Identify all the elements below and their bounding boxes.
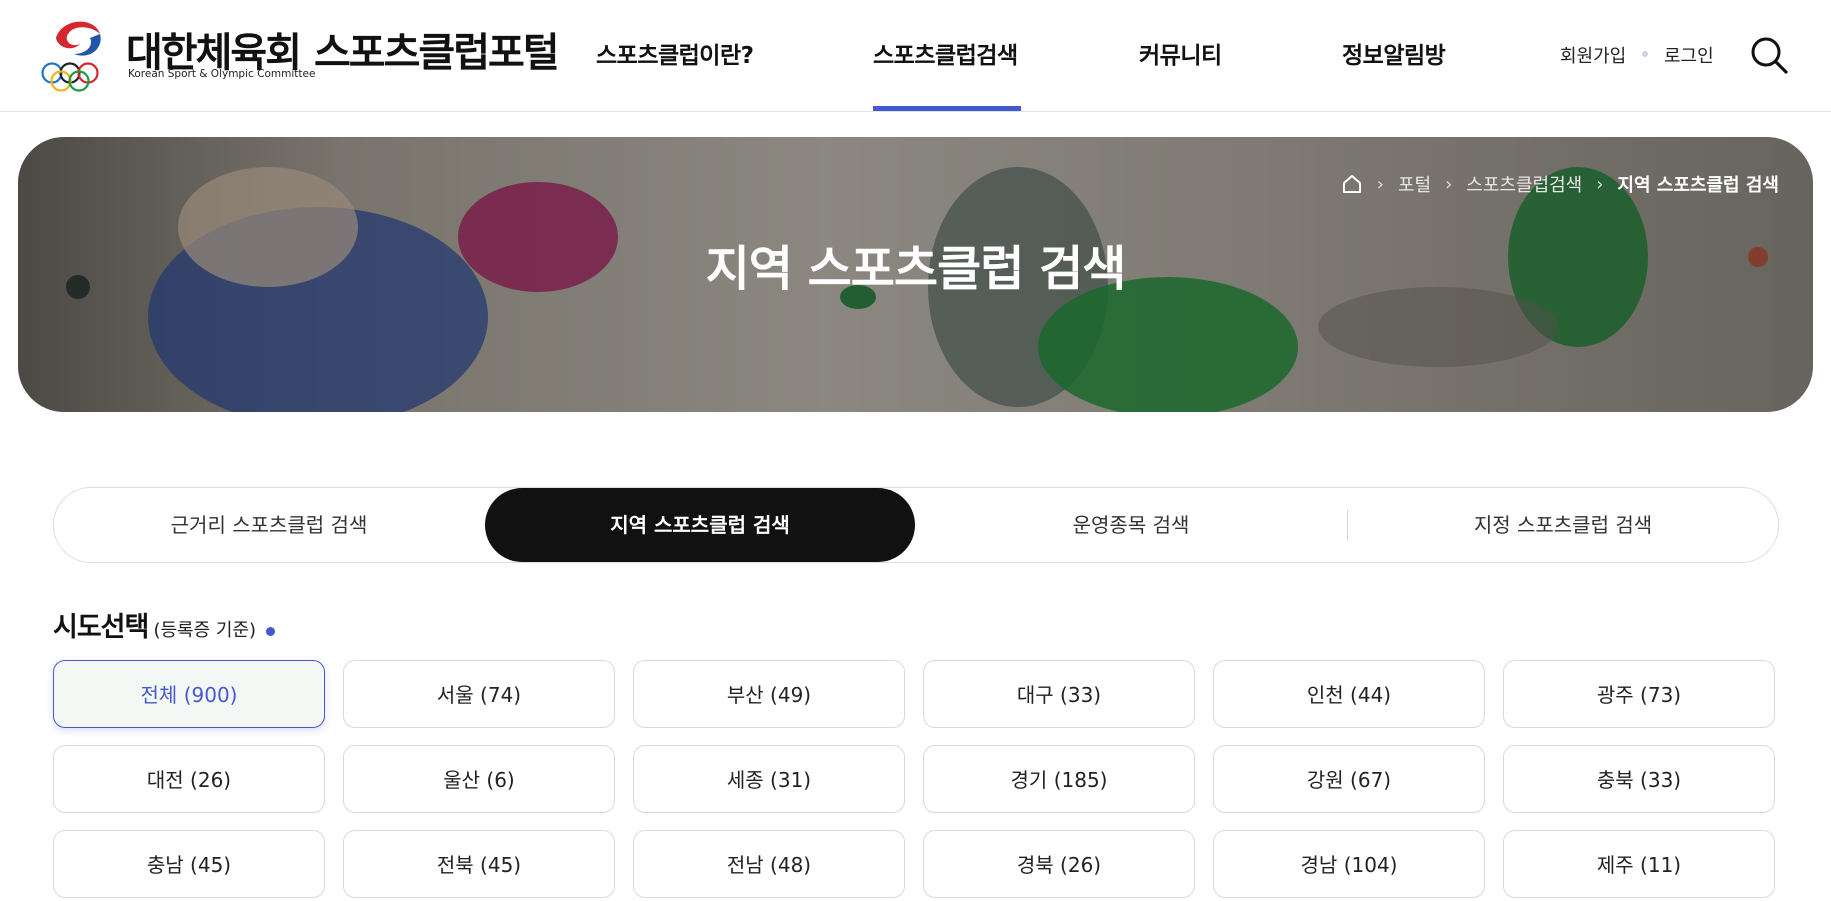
region-section-heading: 시도선택 (등록증 기준) (53, 605, 276, 644)
region-chip-seoul[interactable]: 서울 (74) (343, 660, 615, 728)
breadcrumb-separator-icon: › (1445, 173, 1453, 195)
breadcrumb-separator-icon: › (1596, 173, 1604, 195)
breadcrumb-separator-icon: › (1376, 173, 1384, 195)
site-header: 대한체육회 Korean Sport & Olympic Committee 스… (0, 0, 1831, 112)
org-name-english: Korean Sport & Olympic Committee (128, 68, 316, 80)
tab-designated-search[interactable]: 지정 스포츠클럽 검색 (1348, 488, 1778, 562)
region-chip-daejeon[interactable]: 대전 (26) (53, 745, 325, 813)
breadcrumb-item-current: 지역 스포츠클럽 검색 (1617, 175, 1779, 196)
region-chip-ulsan[interactable]: 울산 (6) (343, 745, 615, 813)
page-title: 지역 스포츠클럽 검색 (705, 241, 1127, 297)
region-chip-gwangju[interactable]: 광주 (73) (1503, 660, 1775, 728)
portal-title: 스포츠클럽포털 (314, 30, 560, 76)
tab-region-search[interactable]: 지역 스포츠클럽 검색 (485, 488, 915, 562)
required-dot-icon (266, 627, 276, 636)
olympic-committee-emblem-icon (41, 21, 101, 92)
tab-sport-search[interactable]: 운영종목 검색 (916, 488, 1346, 562)
home-icon[interactable] (1341, 173, 1363, 195)
region-chip-sejong[interactable]: 세종 (31) (633, 745, 905, 813)
join-link[interactable]: 회원가입 (1560, 42, 1626, 68)
tab-nearby-search[interactable]: 근거리 스포츠클럽 검색 (54, 488, 484, 562)
breadcrumb: › 포털 › 스포츠클럽검색 › 지역 스포츠클럽 검색 (1341, 171, 1779, 197)
util-separator (1642, 51, 1648, 57)
login-link[interactable]: 로그인 (1664, 42, 1714, 68)
nav-item-community[interactable]: 커뮤니티 (1139, 36, 1222, 70)
region-chip-chungbuk[interactable]: 충북 (33) (1503, 745, 1775, 813)
site-logo[interactable]: 대한체육회 Korean Sport & Olympic Committee 스… (40, 14, 560, 96)
region-chip-gangwon[interactable]: 강원 (67) (1213, 745, 1485, 813)
region-chip-gyeongbuk[interactable]: 경북 (26) (923, 830, 1195, 898)
region-chip-chungnam[interactable]: 충남 (45) (53, 830, 325, 898)
nav-active-indicator (873, 106, 1021, 111)
region-chip-gyeongnam[interactable]: 경남 (104) (1213, 830, 1485, 898)
region-chip-incheon[interactable]: 인천 (44) (1213, 660, 1485, 728)
breadcrumb-item-club-search[interactable]: 스포츠클럽검색 (1466, 171, 1582, 197)
nav-item-about[interactable]: 스포츠클럽이란? (596, 36, 754, 70)
region-chip-all[interactable]: 전체 (900) (53, 660, 325, 728)
region-chip-jeju[interactable]: 제주 (11) (1503, 830, 1775, 898)
nav-item-club-search[interactable]: 스포츠클럽검색 (873, 36, 1018, 70)
region-section-title: 시도선택 (53, 612, 149, 643)
region-section-subtitle: (등록증 기준) (153, 620, 257, 641)
region-chip-gyeonggi[interactable]: 경기 (185) (923, 745, 1195, 813)
nav-item-notices[interactable]: 정보알림방 (1342, 36, 1446, 70)
search-icon[interactable] (1748, 34, 1790, 76)
page-banner: › 포털 › 스포츠클럽검색 › 지역 스포츠클럽 검색 지역 스포츠클럽 검색 (18, 137, 1813, 412)
region-chip-jeonnam[interactable]: 전남 (48) (633, 830, 905, 898)
region-chip-daegu[interactable]: 대구 (33) (923, 660, 1195, 728)
region-chip-jeonbuk[interactable]: 전북 (45) (343, 830, 615, 898)
region-chip-busan[interactable]: 부산 (49) (633, 660, 905, 728)
search-type-tabs: 근거리 스포츠클럽 검색 지역 스포츠클럽 검색 운영종목 검색 지정 스포츠클… (53, 487, 1779, 563)
breadcrumb-item-portal[interactable]: 포털 (1398, 171, 1431, 197)
